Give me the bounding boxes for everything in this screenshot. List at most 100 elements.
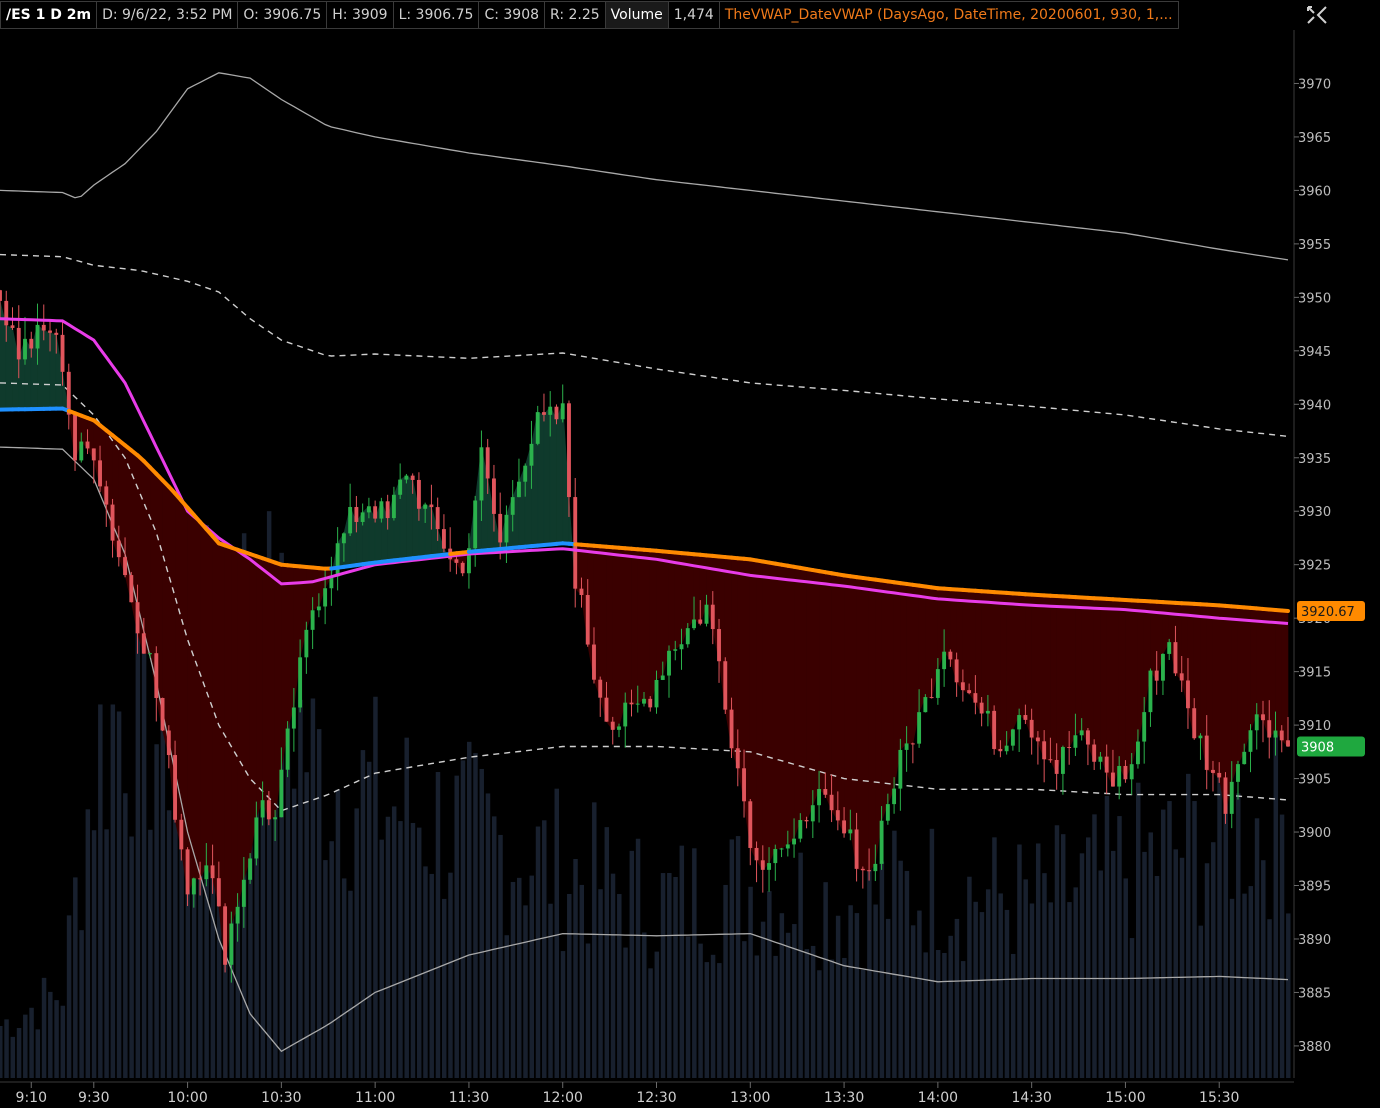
style-settings-icon[interactable]	[1304, 3, 1330, 27]
vwap-fill-segment	[618, 547, 626, 727]
candle-body	[223, 906, 228, 965]
candle-body	[717, 629, 721, 662]
candle-body	[310, 610, 315, 630]
vwap-fill-segment	[887, 581, 895, 805]
y-axis: 3970 3965 3960 3955 3950 3945 3940 3935 3930 3925…	[1294, 77, 1331, 1055]
symbol-label[interactable]: /ES 1 D 2m	[0, 1, 98, 29]
volume-bar	[923, 952, 928, 1078]
candle-body	[354, 507, 359, 522]
candle-body	[585, 595, 590, 645]
vwap-fill-segment	[981, 590, 989, 714]
volume-bar	[410, 822, 416, 1078]
volume-bar	[898, 860, 903, 1078]
volume-bar	[291, 788, 297, 1078]
candle-body	[416, 479, 421, 509]
candle-body	[829, 794, 834, 811]
vwap-fill-segment	[1281, 610, 1289, 748]
vwap-fill-segment	[1050, 595, 1057, 775]
volume-bar	[0, 1026, 3, 1078]
volume-bar	[341, 878, 347, 1078]
candle-body	[610, 721, 615, 730]
candle-body	[1092, 744, 1097, 762]
candle-body	[1167, 642, 1172, 654]
volume-bar	[854, 913, 860, 1078]
volume-bar	[1204, 863, 1210, 1078]
vwap-fill-segment	[1243, 607, 1251, 752]
volume-bar	[642, 932, 647, 1078]
vwap-fill-segment	[1112, 598, 1120, 787]
volume-bar	[710, 954, 716, 1078]
candle-body	[185, 849, 190, 895]
volume-bar	[1179, 857, 1185, 1078]
volume-bar	[979, 912, 985, 1078]
candle-body	[1117, 765, 1122, 787]
volume-bar	[1067, 902, 1072, 1078]
volume-label[interactable]: Volume	[605, 1, 669, 29]
volume-bar	[798, 852, 803, 1078]
volume-bar	[148, 829, 153, 1078]
vwap-fill-segment	[962, 589, 970, 694]
volume-bar	[1010, 953, 1016, 1078]
volume-bar	[554, 788, 560, 1078]
vwap-fill-segment	[668, 551, 676, 652]
candle-body	[623, 702, 628, 727]
volume-bar	[773, 955, 778, 1078]
vwap-fill-segment	[850, 575, 857, 869]
volume-bar	[535, 826, 541, 1078]
close-label: C: 3908	[479, 1, 546, 29]
candle-body	[66, 371, 71, 415]
volume-bar	[498, 834, 503, 1078]
volume-bar	[1048, 902, 1053, 1078]
candle-body	[498, 513, 503, 543]
volume-bar	[448, 872, 453, 1078]
volume-bar	[967, 876, 972, 1078]
candle-body	[848, 829, 853, 834]
candle-body	[441, 529, 446, 549]
candle-body	[1004, 745, 1009, 752]
volume-bar	[404, 737, 409, 1078]
volume-bar	[754, 955, 760, 1078]
upper-band-2-line	[0, 72, 1289, 261]
candle-body	[460, 562, 465, 574]
volume-bar	[792, 924, 797, 1078]
candle-body	[760, 860, 765, 870]
volume-bar	[729, 839, 735, 1078]
volume-bar	[973, 901, 978, 1078]
volume-bar	[573, 858, 578, 1078]
last-price-tag: 3908	[1301, 740, 1334, 755]
candle-body	[1229, 781, 1234, 814]
candle-body	[1023, 715, 1028, 720]
candle-body	[123, 557, 127, 576]
candle-body	[1248, 730, 1253, 752]
candle-body	[298, 657, 303, 708]
volume-bar	[767, 891, 772, 1078]
volume-bar	[760, 921, 766, 1078]
vwap-fill-segment	[800, 567, 807, 822]
candle-body	[735, 748, 740, 769]
y-tick-label: 3925	[1298, 559, 1331, 574]
candle-body	[398, 479, 403, 495]
candle-body	[129, 575, 134, 603]
upper-band-1-line	[0, 253, 1289, 438]
study-label[interactable]: TheVWAP_DateVWAP (DaysAgo, DateTime, 202…	[719, 1, 1179, 29]
price-chart[interactable]: 3970 3965 3960 3955 3950 3945 3940 3935 3930 3925…	[0, 30, 1380, 1108]
volume-bar	[379, 839, 384, 1078]
candle-body	[1217, 772, 1222, 778]
candle-body	[1017, 715, 1022, 730]
vwap-fill-segment	[224, 545, 232, 965]
volume-bar	[654, 951, 660, 1078]
vwap-fill-segment	[756, 560, 764, 871]
volume-bar	[585, 943, 591, 1078]
vwap-fill-segment	[918, 585, 926, 713]
vwap-fill-segment	[1037, 594, 1045, 760]
candle-body	[704, 604, 709, 624]
candle-body	[4, 300, 9, 326]
y-tick-label: 3945	[1298, 345, 1331, 360]
candle-body	[116, 540, 121, 558]
volume-bar	[354, 808, 359, 1078]
candle-body	[91, 448, 96, 461]
candle-body	[817, 788, 822, 806]
volume-bar	[742, 941, 747, 1078]
vwap-fill-segment	[312, 567, 320, 611]
candle-body	[435, 507, 440, 530]
